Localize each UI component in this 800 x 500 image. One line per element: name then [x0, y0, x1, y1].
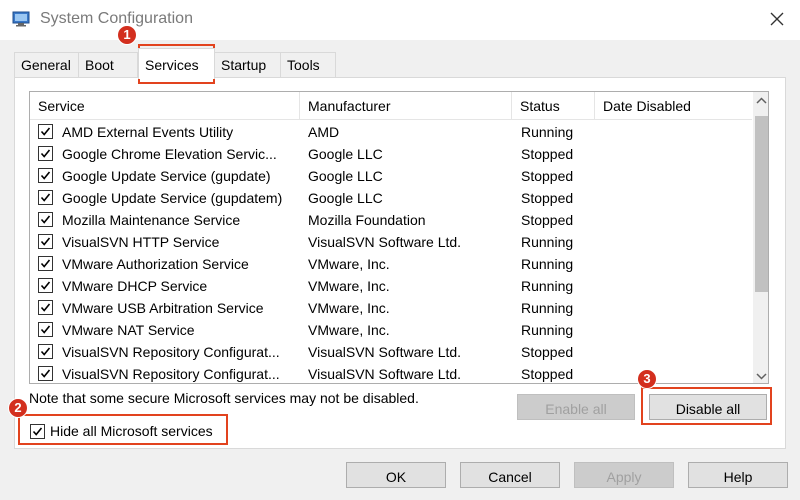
service-checkbox[interactable]: [38, 322, 53, 337]
table-row[interactable]: AMD External Events Utility AMD Running: [30, 121, 752, 143]
table-row[interactable]: Google Update Service (gupdatem) Google L…: [30, 187, 752, 209]
service-manufacturer: AMD: [308, 124, 340, 140]
column-manufacturer[interactable]: Manufacturer: [300, 92, 512, 120]
table-row[interactable]: Google Chrome Elevation Servic... Google …: [30, 143, 752, 165]
service-name: VMware DHCP Service: [62, 278, 208, 294]
services-list[interactable]: Service Manufacturer Status Date Disable…: [29, 91, 769, 384]
service-checkbox[interactable]: [38, 212, 53, 227]
apply-button[interactable]: Apply: [574, 462, 674, 488]
service-manufacturer: Google LLC: [308, 168, 383, 184]
service-manufacturer: VMware, Inc.: [308, 256, 390, 272]
service-manufacturer: VisualSVN Software Ltd.: [308, 366, 462, 382]
service-status: Stopped: [521, 190, 574, 206]
cancel-button[interactable]: Cancel: [460, 462, 560, 488]
service-name: AMD External Events Utility: [62, 124, 234, 140]
service-name: VMware NAT Service: [62, 322, 195, 338]
service-manufacturer: Google LLC: [308, 146, 383, 162]
column-date-disabled[interactable]: Date Disabled: [595, 92, 752, 120]
step-badge-1: 1: [117, 25, 137, 45]
scrollbar-thumb[interactable]: [755, 116, 768, 292]
table-row[interactable]: VMware USB Arbitration Service VMware, In…: [30, 297, 752, 319]
dialog-body: General Boot Services Startup Tools Serv…: [0, 40, 800, 500]
service-checkbox[interactable]: [38, 256, 53, 271]
service-name: VisualSVN Repository Configurat...: [62, 344, 280, 360]
table-row[interactable]: Google Update Service (gupdate) Google LL…: [30, 165, 752, 187]
service-name: Google Update Service (gupdatem): [62, 190, 283, 206]
service-manufacturer: VMware, Inc.: [308, 322, 390, 338]
service-checkbox[interactable]: [38, 190, 53, 205]
table-row[interactable]: Mozilla Maintenance Service Mozilla Found…: [30, 209, 752, 231]
help-button[interactable]: Help: [688, 462, 788, 488]
enable-all-button[interactable]: Enable all: [517, 394, 635, 420]
step-badge-3: 3: [637, 369, 657, 389]
service-status: Stopped: [521, 344, 574, 360]
column-status[interactable]: Status: [512, 92, 595, 120]
service-name: Google Update Service (gupdate): [62, 168, 271, 184]
service-checkbox[interactable]: [38, 124, 53, 139]
services-panel: Service Manufacturer Status Date Disable…: [14, 77, 786, 449]
table-row[interactable]: VMware DHCP Service VMware, Inc. Running: [30, 275, 752, 297]
hide-microsoft-services-checkbox[interactable]: [30, 424, 45, 439]
scroll-up-icon[interactable]: [753, 92, 768, 109]
service-checkbox[interactable]: [38, 234, 53, 249]
tab-services[interactable]: Services: [138, 48, 215, 79]
window-title: System Configuration: [40, 10, 193, 27]
service-name: VMware USB Arbitration Service: [62, 300, 264, 316]
scroll-down-icon[interactable]: [753, 368, 768, 383]
service-checkbox[interactable]: [38, 168, 53, 183]
service-manufacturer: VisualSVN Software Ltd.: [308, 344, 462, 360]
tab-strip: General Boot Services Startup Tools: [14, 48, 354, 79]
service-status: Running: [521, 256, 574, 272]
service-checkbox[interactable]: [38, 344, 53, 359]
service-manufacturer: Google LLC: [308, 190, 383, 206]
list-rows: AMD External Events Utility AMD Running Goo…: [30, 121, 752, 383]
list-header: Service Manufacturer Status Date Disable…: [30, 92, 752, 120]
table-row[interactable]: VMware NAT Service VMware, Inc. Running: [30, 319, 752, 341]
service-checkbox[interactable]: [38, 300, 53, 315]
vertical-scrollbar[interactable]: [753, 92, 768, 383]
service-name: VisualSVN Repository Configurat...: [62, 366, 280, 382]
service-manufacturer: VMware, Inc.: [308, 300, 390, 316]
tab-general[interactable]: General: [14, 52, 79, 78]
note-text: Note that some secure Microsoft services…: [29, 390, 419, 406]
table-row[interactable]: VisualSVN Repository Configurat... Visual…: [30, 341, 752, 363]
service-name: Mozilla Maintenance Service: [62, 212, 241, 228]
service-manufacturer: VisualSVN Software Ltd.: [308, 234, 462, 250]
service-status: Running: [521, 124, 574, 140]
service-status: Stopped: [521, 366, 574, 382]
service-status: Stopped: [521, 146, 574, 162]
column-service[interactable]: Service: [30, 92, 300, 120]
service-status: Running: [521, 300, 574, 316]
service-status: Running: [521, 322, 574, 338]
ok-button[interactable]: OK: [346, 462, 446, 488]
service-name: VisualSVN HTTP Service: [62, 234, 220, 250]
service-status: Running: [521, 234, 574, 250]
step-badge-2: 2: [8, 398, 28, 418]
service-manufacturer: Mozilla Foundation: [308, 212, 426, 228]
table-row[interactable]: VMware Authorization Service VMware, Inc.…: [30, 253, 752, 275]
service-name: VMware Authorization Service: [62, 256, 249, 272]
service-checkbox[interactable]: [38, 366, 53, 381]
hide-microsoft-services-label: Hide all Microsoft services: [50, 423, 213, 439]
tab-tools[interactable]: Tools: [280, 52, 336, 78]
system-configuration-icon: [12, 11, 30, 27]
tab-startup[interactable]: Startup: [214, 52, 281, 78]
service-status: Running: [521, 278, 574, 294]
disable-all-button[interactable]: Disable all: [649, 394, 767, 420]
tab-boot[interactable]: Boot: [78, 52, 138, 78]
service-name: Google Chrome Elevation Servic...: [62, 146, 277, 162]
hide-microsoft-services[interactable]: Hide all Microsoft services: [26, 420, 226, 444]
table-row[interactable]: VisualSVN HTTP Service VisualSVN Software…: [30, 231, 752, 253]
service-status: Stopped: [521, 168, 574, 184]
service-checkbox[interactable]: [38, 146, 53, 161]
close-icon[interactable]: [760, 2, 794, 36]
service-checkbox[interactable]: [38, 278, 53, 293]
service-status: Stopped: [521, 212, 574, 228]
service-manufacturer: VMware, Inc.: [308, 278, 390, 294]
